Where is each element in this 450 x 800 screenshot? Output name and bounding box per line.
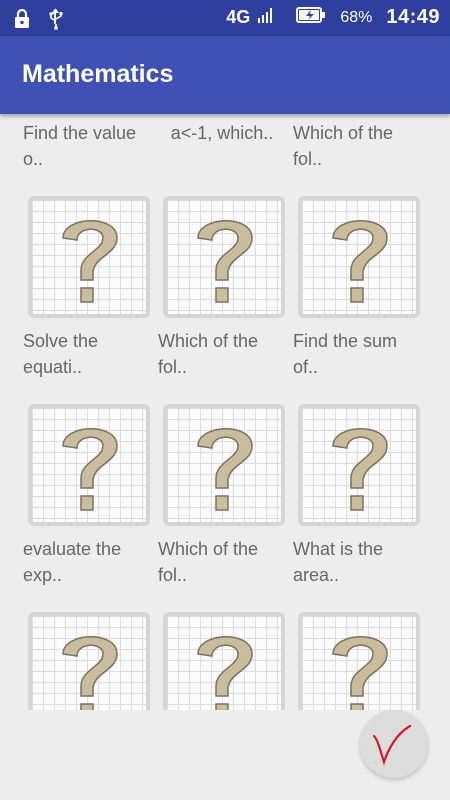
question-item[interactable]: What is the area..: [290, 404, 425, 612]
app-bar: Mathematics: [0, 36, 450, 114]
question-label: Find the sum of..: [293, 331, 398, 377]
question-item[interactable]: [290, 612, 425, 710]
question-label: Find the value o..: [23, 123, 137, 169]
network-type: 4G: [226, 7, 251, 27]
battery-icon: [296, 7, 326, 28]
question-item[interactable]: Which of the fol..: [155, 196, 290, 404]
usb-icon: [48, 8, 64, 35]
question-thumbnail[interactable]: [28, 404, 150, 526]
question-label: evaluate the exp..: [23, 539, 122, 585]
question-item[interactable]: [20, 612, 155, 710]
question-thumbnail[interactable]: [28, 612, 150, 710]
question-item[interactable]: a<-1, which..: [155, 114, 290, 196]
question-thumbnail[interactable]: [298, 612, 420, 710]
question-thumbnail[interactable]: [298, 196, 420, 318]
question-grid: Find the value o.. a<-1, which.. Which of …: [0, 114, 450, 710]
question-label: Solve the equati..: [23, 331, 99, 377]
question-label: Which of the fol..: [293, 123, 394, 169]
question-item[interactable]: Which of the fol..: [290, 114, 425, 196]
signal-icon: [258, 6, 274, 29]
question-label: Which of the fol..: [158, 539, 259, 585]
question-thumbnail[interactable]: [298, 404, 420, 526]
question-label: What is the area..: [293, 539, 384, 585]
question-label: Which of the fol..: [158, 331, 259, 377]
question-item[interactable]: evaluate the exp..: [20, 404, 155, 612]
question-item[interactable]: Find the value o..: [20, 114, 155, 196]
question-thumbnail[interactable]: [28, 196, 150, 318]
question-item[interactable]: Which of the fol..: [155, 404, 290, 612]
question-item[interactable]: Find the sum of..: [290, 196, 425, 404]
clock: 14:49: [386, 6, 440, 28]
question-item[interactable]: Solve the equati..: [20, 196, 155, 404]
question-thumbnail[interactable]: [163, 404, 285, 526]
question-grid-scroll[interactable]: Find the value o.. a<-1, which.. Which of …: [0, 114, 450, 710]
submit-fab-button[interactable]: [360, 710, 428, 778]
question-item[interactable]: [155, 612, 290, 710]
page-title: Mathematics: [22, 60, 174, 88]
question-thumbnail[interactable]: [163, 612, 285, 710]
question-thumbnail[interactable]: [163, 196, 285, 318]
status-bar: 4G 68% 14:49: [0, 0, 450, 36]
battery-percent: 68%: [340, 8, 373, 26]
question-label: a<-1, which..: [170, 123, 274, 143]
lock-icon: [14, 8, 30, 34]
